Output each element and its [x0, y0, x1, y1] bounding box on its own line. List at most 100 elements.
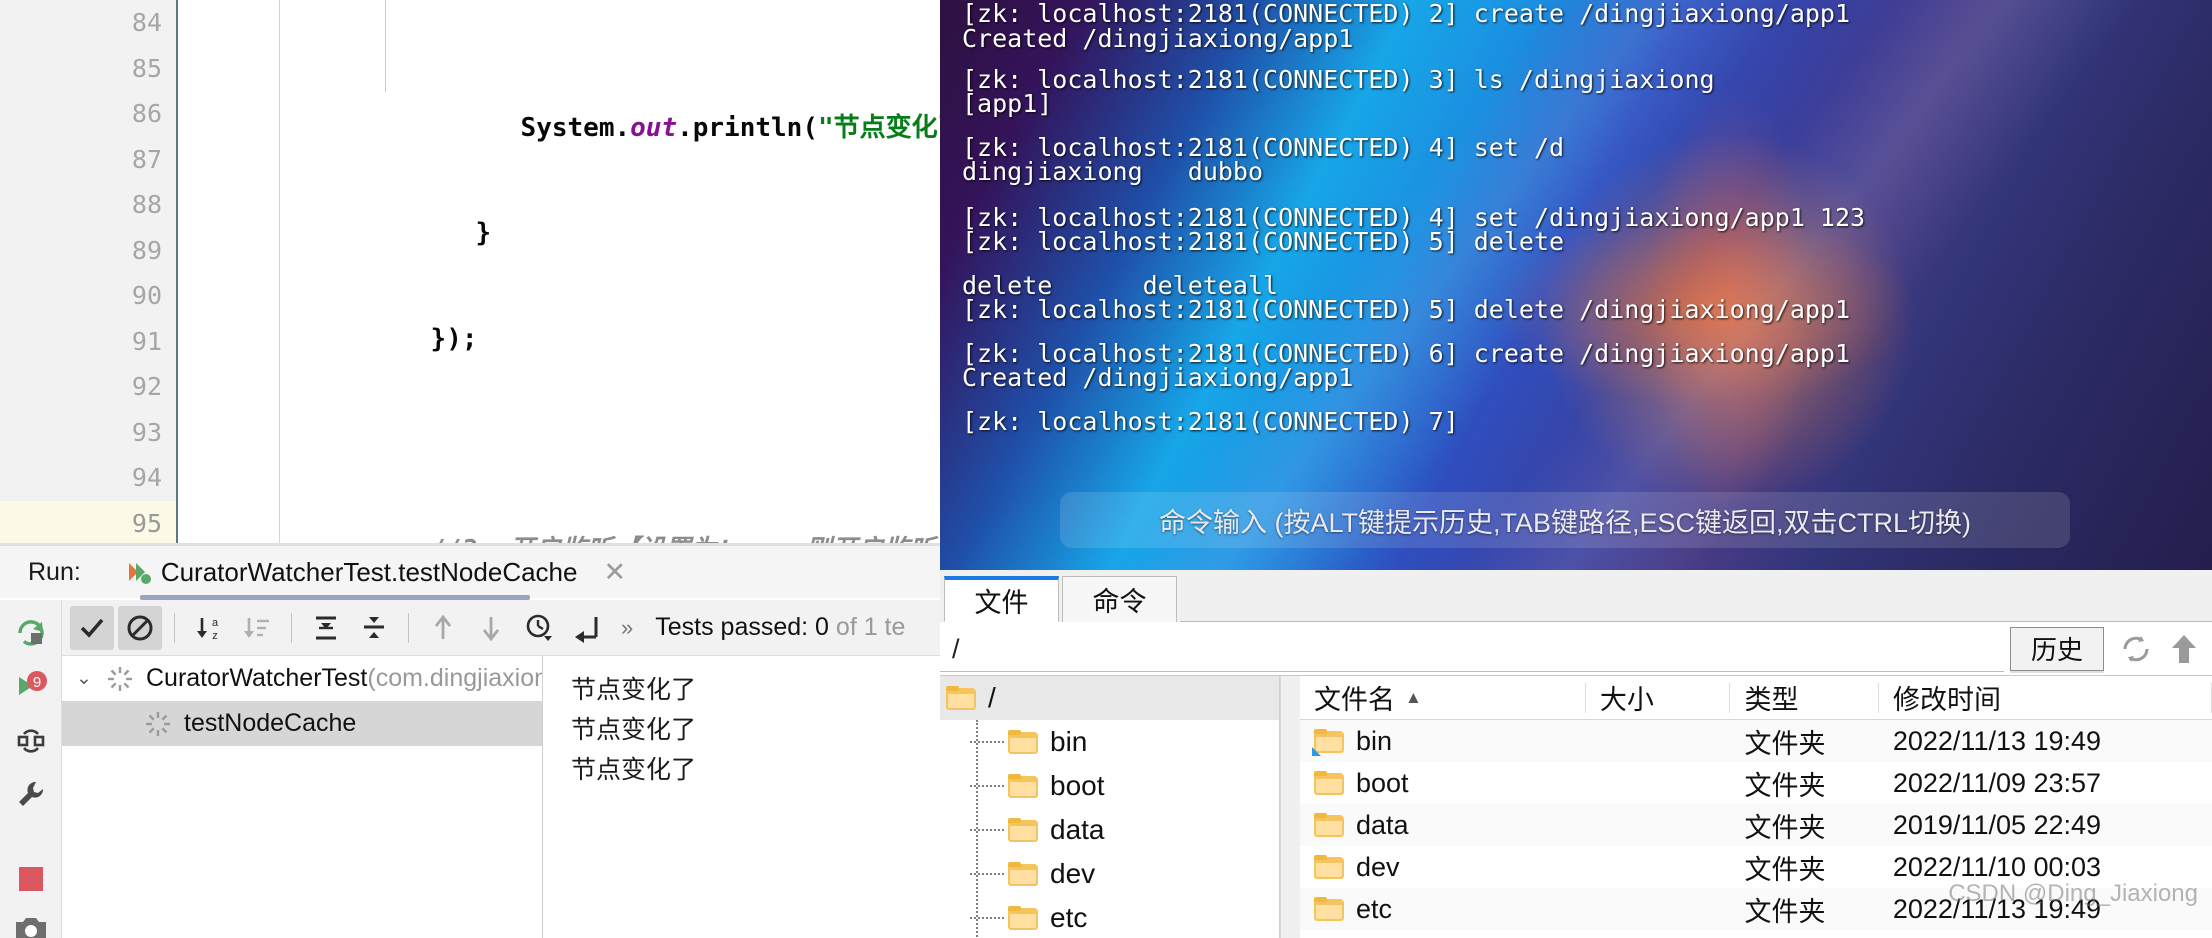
directory-tree[interactable]: / bin boot data dev etc: [940, 676, 1280, 938]
toolbar-divider-2: [291, 612, 292, 643]
run-toolwindow-header: Run: CuratorWatcherTest.testNodeCache ✕: [0, 546, 960, 598]
folder-icon: [1314, 897, 1344, 921]
run-side-rail[interactable]: 9: [0, 600, 62, 938]
line-number-94[interactable]: 94: [0, 455, 176, 501]
file-name: data: [1356, 809, 1409, 840]
line-number-88[interactable]: 88: [0, 182, 176, 228]
test-method-name: testNodeCache: [184, 709, 357, 737]
test-history-icon[interactable]: [517, 606, 561, 650]
chevron-down-icon[interactable]: ⌄: [76, 667, 106, 690]
svg-text:9: 9: [32, 674, 40, 691]
table-row[interactable]: dev 文件夹 2022/11/10 00:03: [1300, 846, 2212, 888]
run-tab-title: CuratorWatcherTest.testNodeCache: [160, 556, 578, 587]
stop-icon[interactable]: [12, 864, 50, 894]
run-config-icon: [128, 563, 151, 584]
tab-files[interactable]: 文件: [944, 576, 1059, 622]
run-configuration-tab[interactable]: CuratorWatcherTest.testNodeCache ✕: [121, 546, 630, 598]
line-number-90[interactable]: 90: [0, 273, 176, 319]
code-line-88: //3. 开启监听【设置为true，则开启监听时加载 缓: [274, 482, 1071, 565]
column-header-type[interactable]: 类型: [1730, 682, 1879, 715]
folder-icon: [1008, 906, 1038, 930]
file-browser-tabs[interactable]: 文件 命令: [940, 570, 2212, 622]
code-token-system: System.: [520, 112, 631, 143]
cell-type: 文件夹: [1744, 728, 1826, 759]
code-text[interactable]: System.out.println("节点变化了"); } }); //3. …: [274, 0, 1071, 881]
line-number-91[interactable]: 91: [0, 319, 176, 365]
tab-commands[interactable]: 命令: [1062, 576, 1177, 622]
next-failed-icon[interactable]: [469, 606, 513, 650]
tree-item-boot[interactable]: boot: [940, 764, 1279, 808]
scroll-to-source-icon[interactable]: [565, 606, 609, 650]
table-row[interactable]: data 文件夹 2019/11/05 22:49: [1300, 804, 2212, 846]
column-header-time[interactable]: 修改时间: [1879, 682, 2212, 715]
line-number-92[interactable]: 92: [0, 364, 176, 410]
run-toolwindow-body: 9 a z » Tests passed: 0 of 1 te ⌄ Curato…: [0, 600, 1503, 938]
rerun-icon[interactable]: [12, 616, 50, 650]
terminal-line: [app1]: [962, 89, 1053, 118]
editor-gutter-strip: [178, 0, 274, 543]
tree-root-node[interactable]: /: [940, 676, 1279, 720]
terminal-line: Created /dingjiaxiong/app1: [962, 363, 1354, 392]
column-header-name[interactable]: 文件名 ▲: [1300, 682, 1586, 715]
show-passed-icon[interactable]: [70, 605, 114, 650]
cell-type: 文件夹: [1730, 932, 1878, 938]
column-header-size[interactable]: 大小: [1586, 682, 1731, 715]
cell-modified-time: 2022/11/10 00:03: [1892, 851, 2102, 882]
line-number-86[interactable]: 86: [0, 91, 209, 137]
hide-ignored-icon[interactable]: [118, 605, 162, 650]
refresh-icon[interactable]: [2116, 629, 2156, 669]
history-button[interactable]: 历史: [2010, 626, 2104, 671]
tree-connector: [970, 741, 1004, 743]
test-results-tree[interactable]: ⌄ CuratorWatcherTest (com.dingjiaxiong.c…: [62, 655, 1503, 938]
file-list[interactable]: 文件名 ▲ 大小 类型 修改时间 bin 文件夹 2022/11/13 19:49 b…: [1300, 676, 2212, 938]
sort-by-duration-icon[interactable]: [235, 606, 279, 650]
line-number-89[interactable]: 89: [0, 228, 176, 274]
camera-icon[interactable]: [12, 914, 50, 938]
line-number-84[interactable]: 84: [0, 0, 176, 46]
tree-item-etc[interactable]: etc: [940, 896, 1279, 938]
tree-item-data[interactable]: data: [940, 808, 1279, 852]
line-number-93[interactable]: 93: [0, 410, 176, 456]
table-row[interactable]: home文件夹2022/11/09 23:56: [1300, 930, 2212, 938]
toolbar-divider-3: [408, 612, 409, 643]
file-browser-panel: 文件 命令 / 历史 / bin boot data dev etc 文件名 ▲…: [940, 570, 2212, 938]
tree-scrollbar[interactable]: [1280, 676, 1300, 938]
line-number-85[interactable]: 85: [0, 46, 209, 92]
wrench-icon[interactable]: [12, 778, 50, 812]
code-token-out: out: [630, 112, 678, 143]
arrow-up-icon[interactable]: [2164, 629, 2204, 669]
file-list-rows: bin 文件夹 2022/11/13 19:49 boot 文件夹 2022/11/09 …: [1300, 720, 2212, 938]
folder-icon: [1008, 818, 1038, 842]
table-row[interactable]: boot 文件夹 2022/11/09 23:57: [1300, 762, 2212, 804]
close-icon[interactable]: ✕: [603, 557, 626, 588]
cell-name: bin: [1300, 726, 1586, 757]
path-input[interactable]: /: [940, 626, 2004, 672]
terminal-window[interactable]: [zk: localhost:2181(CONNECTED) 2] create…: [940, 0, 2212, 570]
table-row[interactable]: etc 文件夹 2022/11/13 19:49: [1300, 888, 2212, 930]
cell-type: 文件夹: [1744, 854, 1826, 885]
collapse-all-icon[interactable]: [352, 606, 396, 650]
code-token-close-lambda: });: [430, 323, 478, 354]
tree-item-bin[interactable]: bin: [940, 720, 1279, 764]
toolbar-more-button[interactable]: »: [613, 615, 641, 641]
line-number-87[interactable]: 87: [0, 137, 176, 183]
rerun-failed-tests-icon[interactable]: [12, 724, 50, 758]
file-list-header[interactable]: 文件名 ▲ 大小 类型 修改时间: [1300, 676, 2212, 720]
line-number-95[interactable]: 95: [0, 500, 209, 546]
test-toolbar[interactable]: a z » Tests passed: 0 of 1 te: [62, 600, 960, 656]
cell-type: 文件夹: [1744, 896, 1826, 927]
previous-failed-icon[interactable]: [421, 606, 465, 650]
path-row: / 历史: [940, 622, 2212, 676]
column-header-time-label: 修改时间: [1892, 685, 2001, 715]
debug-icon[interactable]: 9: [12, 670, 50, 704]
tree-item-dev[interactable]: dev: [940, 852, 1279, 896]
expand-all-icon[interactable]: [304, 606, 348, 650]
column-header-type-label: 类型: [1744, 685, 1799, 715]
sort-alphabetically-icon[interactable]: a z: [187, 606, 231, 650]
tree-item-label: data: [1050, 814, 1105, 845]
terminal-command-input[interactable]: 命令输入 (按ALT键提示历史,TAB键路径,ESC键返回,双击CTRL切换): [1060, 492, 2070, 548]
table-row[interactable]: bin 文件夹 2022/11/13 19:49: [1300, 720, 2212, 762]
cell-modified-time: 2022/11/09 23:57: [1892, 767, 2102, 798]
code-editor[interactable]: 84 85 86 87 88 89 90 91 92 93 94 95 System.out.prin…: [0, 0, 1071, 881]
editor-gutter[interactable]: 84 85 86 87 88 89 90 91 92 93 94 95: [0, 0, 209, 546]
